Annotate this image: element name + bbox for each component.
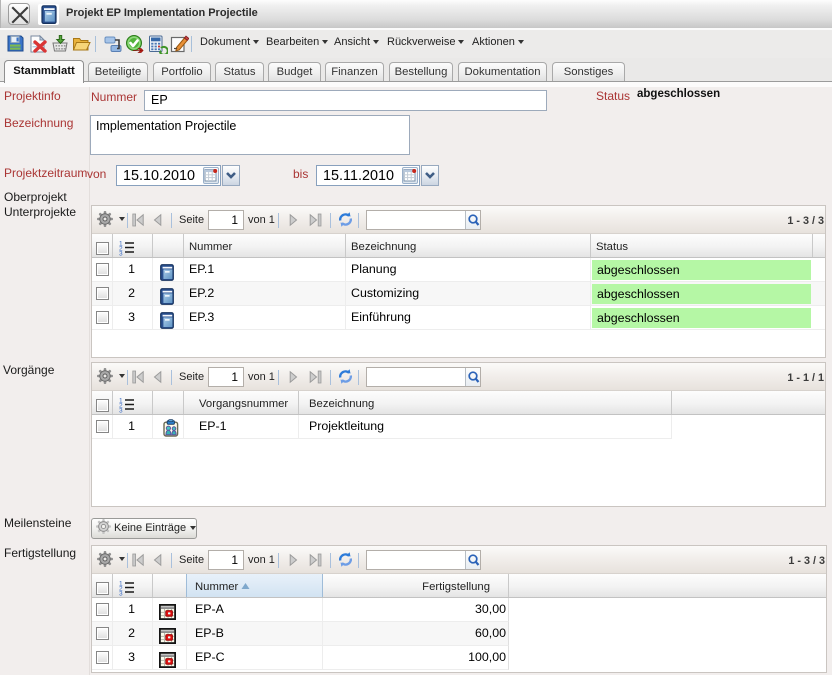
svg-text:3: 3 <box>119 591 123 597</box>
svg-text:3: 3 <box>119 251 123 257</box>
svg-text:3: 3 <box>119 408 123 414</box>
